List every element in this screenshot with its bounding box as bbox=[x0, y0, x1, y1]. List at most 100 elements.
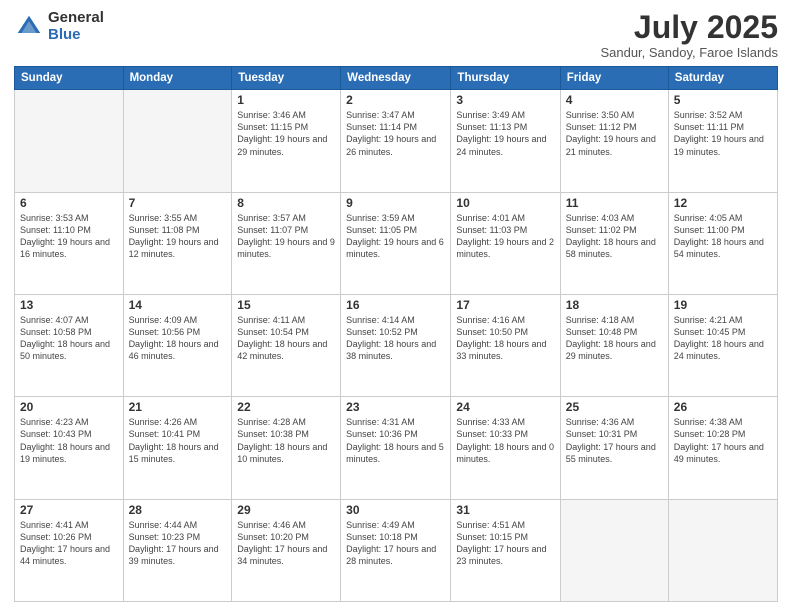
logo-blue: Blue bbox=[48, 27, 104, 44]
day-info: Sunrise: 4:01 AM Sunset: 11:03 PM Daylig… bbox=[456, 212, 554, 261]
day-number: 4 bbox=[566, 93, 663, 107]
calendar-cell: 16Sunrise: 4:14 AM Sunset: 10:52 PM Dayl… bbox=[341, 294, 451, 396]
week-row-5: 27 Sunrise: 4:41 AM Sunset: 10:26 PM Dayl… bbox=[15, 499, 778, 601]
calendar-cell bbox=[668, 499, 777, 601]
day-info: Sunrise: 3:57 AM Sunset: 11:07 PM Daylig… bbox=[237, 212, 335, 261]
day-number: 8 bbox=[237, 196, 335, 210]
calendar-cell: 9 Sunrise: 3:59 AM Sunset: 11:05 PM Dayli… bbox=[341, 192, 451, 294]
day-info: Sunrise: 3:50 AM Sunset: 11:12 PM Daylig… bbox=[566, 109, 663, 158]
calendar-cell bbox=[560, 499, 668, 601]
day-number: 18 bbox=[566, 298, 663, 312]
day-number: 2 bbox=[346, 93, 445, 107]
week-row-4: 20 Sunrise: 4:23 AM Sunset: 10:43 PM Dayl… bbox=[15, 397, 778, 499]
day-info: Sunrise: 4:31 AM Sunset: 10:36 PM Daylig… bbox=[346, 416, 445, 465]
calendar-cell: 6 Sunrise: 3:53 AM Sunset: 11:10 PM Dayli… bbox=[15, 192, 124, 294]
calendar-cell: 17Sunrise: 4:16 AM Sunset: 10:50 PM Dayl… bbox=[451, 294, 560, 396]
subtitle: Sandur, Sandoy, Faroe Islands bbox=[600, 45, 778, 60]
day-info: Sunrise: 4:26 AM Sunset: 10:41 PM Daylig… bbox=[129, 416, 227, 465]
day-number: 6 bbox=[20, 196, 118, 210]
calendar-cell: 27 Sunrise: 4:41 AM Sunset: 10:26 PM Dayl… bbox=[15, 499, 124, 601]
day-info: Sunrise: 4:11 AM Sunset: 10:54 PM Daylig… bbox=[237, 314, 335, 363]
calendar-cell: 22 Sunrise: 4:28 AM Sunset: 10:38 PM Dayl… bbox=[232, 397, 341, 499]
calendar-cell: 3Sunrise: 3:49 AM Sunset: 11:13 PM Dayli… bbox=[451, 90, 560, 192]
day-number: 12 bbox=[674, 196, 772, 210]
day-number: 28 bbox=[129, 503, 227, 517]
calendar-cell bbox=[15, 90, 124, 192]
calendar-cell: 10 Sunrise: 4:01 AM Sunset: 11:03 PM Dayl… bbox=[451, 192, 560, 294]
week-row-1: 1Sunrise: 3:46 AM Sunset: 11:15 PM Dayli… bbox=[15, 90, 778, 192]
weekday-header-wednesday: Wednesday bbox=[341, 67, 451, 90]
calendar: SundayMondayTuesdayWednesdayThursdayFrid… bbox=[14, 66, 778, 602]
calendar-cell: 14 Sunrise: 4:09 AM Sunset: 10:56 PM Dayl… bbox=[123, 294, 232, 396]
day-info: Sunrise: 4:23 AM Sunset: 10:43 PM Daylig… bbox=[20, 416, 118, 465]
day-info: Sunrise: 4:05 AM Sunset: 11:00 PM Daylig… bbox=[674, 212, 772, 261]
day-info: Sunrise: 4:18 AM Sunset: 10:48 PM Daylig… bbox=[566, 314, 663, 363]
day-number: 20 bbox=[20, 400, 118, 414]
calendar-cell: 11Sunrise: 4:03 AM Sunset: 11:02 PM Dayl… bbox=[560, 192, 668, 294]
day-number: 24 bbox=[456, 400, 554, 414]
day-info: Sunrise: 4:41 AM Sunset: 10:26 PM Daylig… bbox=[20, 519, 118, 568]
day-number: 19 bbox=[674, 298, 772, 312]
calendar-cell: 26Sunrise: 4:38 AM Sunset: 10:28 PM Dayl… bbox=[668, 397, 777, 499]
day-info: Sunrise: 4:07 AM Sunset: 10:58 PM Daylig… bbox=[20, 314, 118, 363]
day-info: Sunrise: 4:09 AM Sunset: 10:56 PM Daylig… bbox=[129, 314, 227, 363]
day-number: 25 bbox=[566, 400, 663, 414]
day-info: Sunrise: 4:46 AM Sunset: 10:20 PM Daylig… bbox=[237, 519, 335, 568]
day-number: 16 bbox=[346, 298, 445, 312]
day-info: Sunrise: 4:33 AM Sunset: 10:33 PM Daylig… bbox=[456, 416, 554, 465]
day-number: 30 bbox=[346, 503, 445, 517]
logo-icon bbox=[14, 12, 44, 42]
day-info: Sunrise: 3:55 AM Sunset: 11:08 PM Daylig… bbox=[129, 212, 227, 261]
weekday-header-friday: Friday bbox=[560, 67, 668, 90]
day-number: 14 bbox=[129, 298, 227, 312]
day-number: 23 bbox=[346, 400, 445, 414]
header: General Blue July 2025 Sandur, Sandoy, F… bbox=[14, 10, 778, 60]
day-info: Sunrise: 3:47 AM Sunset: 11:14 PM Daylig… bbox=[346, 109, 445, 158]
calendar-cell: 5 Sunrise: 3:52 AM Sunset: 11:11 PM Dayli… bbox=[668, 90, 777, 192]
day-number: 27 bbox=[20, 503, 118, 517]
weekday-header-sunday: Sunday bbox=[15, 67, 124, 90]
day-info: Sunrise: 4:49 AM Sunset: 10:18 PM Daylig… bbox=[346, 519, 445, 568]
day-info: Sunrise: 4:44 AM Sunset: 10:23 PM Daylig… bbox=[129, 519, 227, 568]
day-number: 9 bbox=[346, 196, 445, 210]
main-title: July 2025 bbox=[600, 10, 778, 45]
calendar-cell: 31Sunrise: 4:51 AM Sunset: 10:15 PM Dayl… bbox=[451, 499, 560, 601]
calendar-cell: 25 Sunrise: 4:36 AM Sunset: 10:31 PM Dayl… bbox=[560, 397, 668, 499]
calendar-cell: 4 Sunrise: 3:50 AM Sunset: 11:12 PM Dayli… bbox=[560, 90, 668, 192]
day-number: 10 bbox=[456, 196, 554, 210]
calendar-cell: 7 Sunrise: 3:55 AM Sunset: 11:08 PM Dayli… bbox=[123, 192, 232, 294]
calendar-cell: 29 Sunrise: 4:46 AM Sunset: 10:20 PM Dayl… bbox=[232, 499, 341, 601]
calendar-cell: 2 Sunrise: 3:47 AM Sunset: 11:14 PM Dayli… bbox=[341, 90, 451, 192]
day-number: 5 bbox=[674, 93, 772, 107]
calendar-cell: 24 Sunrise: 4:33 AM Sunset: 10:33 PM Dayl… bbox=[451, 397, 560, 499]
day-info: Sunrise: 3:52 AM Sunset: 11:11 PM Daylig… bbox=[674, 109, 772, 158]
day-info: Sunrise: 4:28 AM Sunset: 10:38 PM Daylig… bbox=[237, 416, 335, 465]
logo-text: General Blue bbox=[48, 10, 104, 43]
day-number: 29 bbox=[237, 503, 335, 517]
calendar-cell: 20 Sunrise: 4:23 AM Sunset: 10:43 PM Dayl… bbox=[15, 397, 124, 499]
day-info: Sunrise: 3:53 AM Sunset: 11:10 PM Daylig… bbox=[20, 212, 118, 261]
day-info: Sunrise: 3:49 AM Sunset: 11:13 PM Daylig… bbox=[456, 109, 554, 158]
day-number: 31 bbox=[456, 503, 554, 517]
calendar-cell: 1Sunrise: 3:46 AM Sunset: 11:15 PM Dayli… bbox=[232, 90, 341, 192]
day-info: Sunrise: 4:38 AM Sunset: 10:28 PM Daylig… bbox=[674, 416, 772, 465]
day-number: 17 bbox=[456, 298, 554, 312]
week-row-3: 13 Sunrise: 4:07 AM Sunset: 10:58 PM Dayl… bbox=[15, 294, 778, 396]
page: General Blue July 2025 Sandur, Sandoy, F… bbox=[0, 0, 792, 612]
calendar-cell: 12 Sunrise: 4:05 AM Sunset: 11:00 PM Dayl… bbox=[668, 192, 777, 294]
day-number: 22 bbox=[237, 400, 335, 414]
day-number: 7 bbox=[129, 196, 227, 210]
title-section: July 2025 Sandur, Sandoy, Faroe Islands bbox=[600, 10, 778, 60]
day-info: Sunrise: 3:59 AM Sunset: 11:05 PM Daylig… bbox=[346, 212, 445, 261]
day-number: 13 bbox=[20, 298, 118, 312]
weekday-header-saturday: Saturday bbox=[668, 67, 777, 90]
day-info: Sunrise: 4:36 AM Sunset: 10:31 PM Daylig… bbox=[566, 416, 663, 465]
weekday-header-thursday: Thursday bbox=[451, 67, 560, 90]
calendar-cell: 15Sunrise: 4:11 AM Sunset: 10:54 PM Dayl… bbox=[232, 294, 341, 396]
day-info: Sunrise: 4:03 AM Sunset: 11:02 PM Daylig… bbox=[566, 212, 663, 261]
day-info: Sunrise: 3:46 AM Sunset: 11:15 PM Daylig… bbox=[237, 109, 335, 158]
weekday-header-monday: Monday bbox=[123, 67, 232, 90]
calendar-cell: 21Sunrise: 4:26 AM Sunset: 10:41 PM Dayl… bbox=[123, 397, 232, 499]
logo: General Blue bbox=[14, 10, 104, 43]
calendar-cell: 30 Sunrise: 4:49 AM Sunset: 10:18 PM Dayl… bbox=[341, 499, 451, 601]
